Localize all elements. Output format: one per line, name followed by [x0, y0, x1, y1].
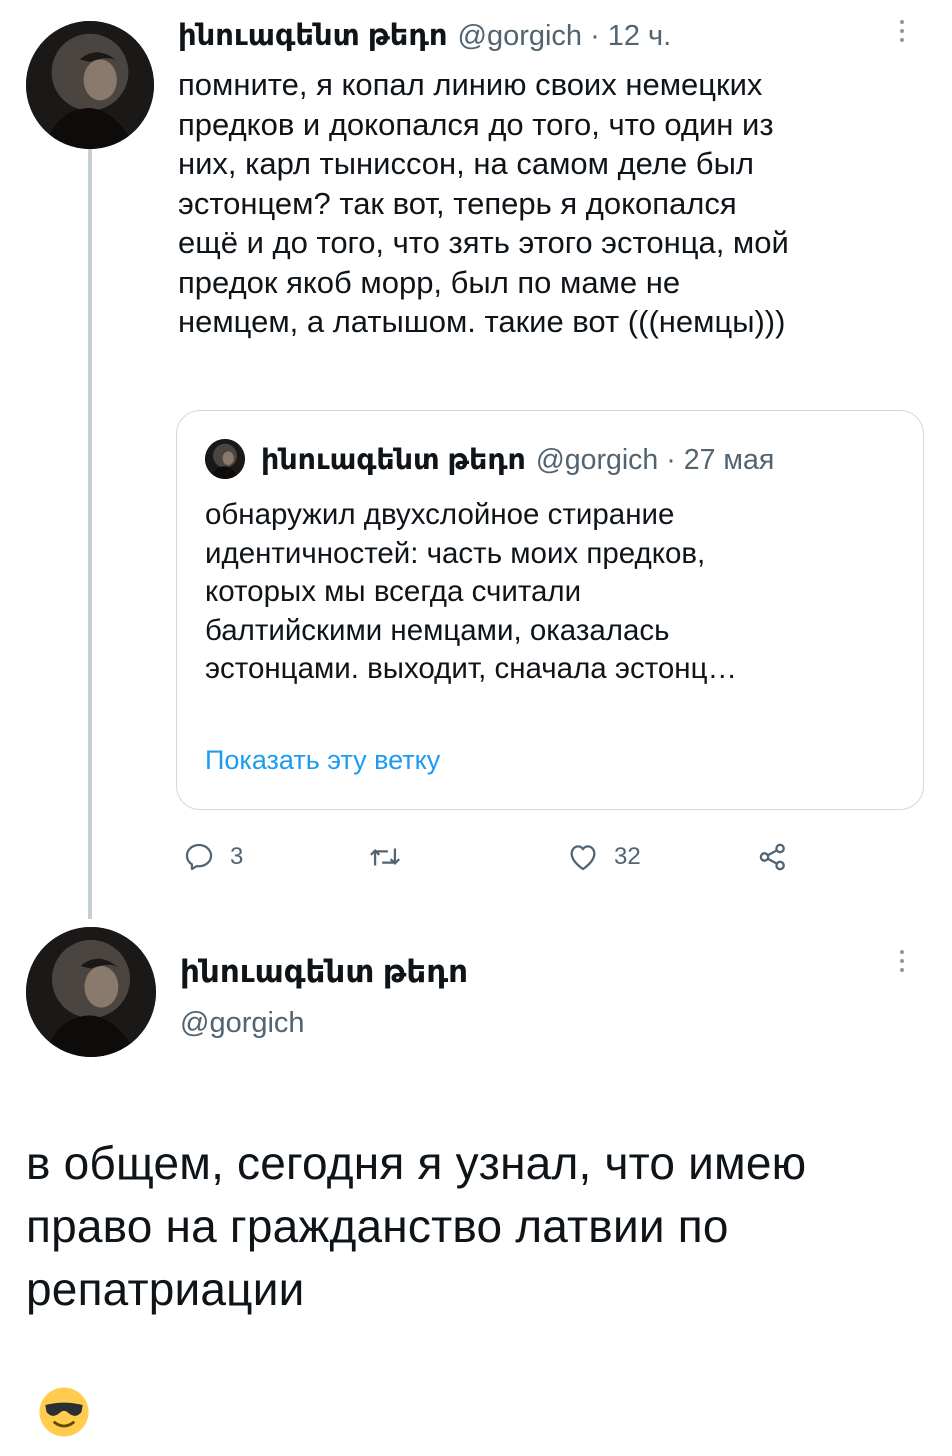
reply-icon: [185, 843, 213, 871]
share-icon: [759, 843, 785, 871]
display-name[interactable]: ինուագենտ թեդո: [178, 17, 448, 55]
avatar[interactable]: [26, 927, 156, 1057]
quote-display-name: ինուագենտ թեդո: [261, 444, 526, 476]
heart-icon: [570, 845, 596, 871]
quote-header: ինուագենտ թեդո @gorgich · 27 мая: [261, 441, 774, 479]
like-count: 32: [614, 843, 641, 870]
more-options-icon[interactable]: [900, 20, 904, 42]
timestamp[interactable]: 12 ч.: [608, 17, 671, 55]
quote-text: обнаружил двухслойное стирание идентично…: [205, 498, 737, 685]
handle[interactable]: @gorgich: [458, 17, 583, 55]
tweet-text: в общем, сегодня я узнал, что имею право…: [26, 1069, 936, 1448]
display-name[interactable]: ինուագենտ թեդո: [180, 952, 468, 992]
retweet-icon: [370, 848, 400, 866]
quote-tweet[interactable]: ինուագենտ թեդո @gorgich · 27 мая обнаруж…: [176, 410, 924, 810]
smiling-face-with-sunglasses-icon: [36, 1321, 92, 1437]
separator: ·: [590, 20, 600, 52]
reply-count: 3: [230, 843, 244, 870]
reply-button[interactable]: 3: [182, 840, 243, 874]
tweet-text: помните, я копал линию своих немецких пр…: [178, 67, 789, 339]
more-options-icon[interactable]: [900, 950, 904, 972]
quote-date: 27 мая: [683, 444, 775, 476]
quote-separator: ·: [666, 444, 676, 476]
tweet-header: ինուագենտ թեդո @gorgich · 12 ч.: [178, 17, 671, 55]
share-button[interactable]: [756, 840, 804, 874]
like-button[interactable]: 32: [566, 840, 641, 874]
avatar[interactable]: [26, 21, 154, 149]
avatar-photo: [26, 927, 156, 1057]
quote-handle: @gorgich: [535, 444, 659, 476]
retweet-button[interactable]: [368, 840, 416, 874]
handle[interactable]: @gorgich: [180, 1004, 305, 1042]
tweet-text-content: в общем, сегодня я узнал, что имею право…: [26, 1137, 807, 1315]
show-thread-link[interactable]: Показать эту ветку: [205, 745, 440, 776]
avatar-photo: [26, 21, 154, 149]
thread-line: [88, 149, 92, 919]
quote-avatar: [205, 439, 245, 479]
